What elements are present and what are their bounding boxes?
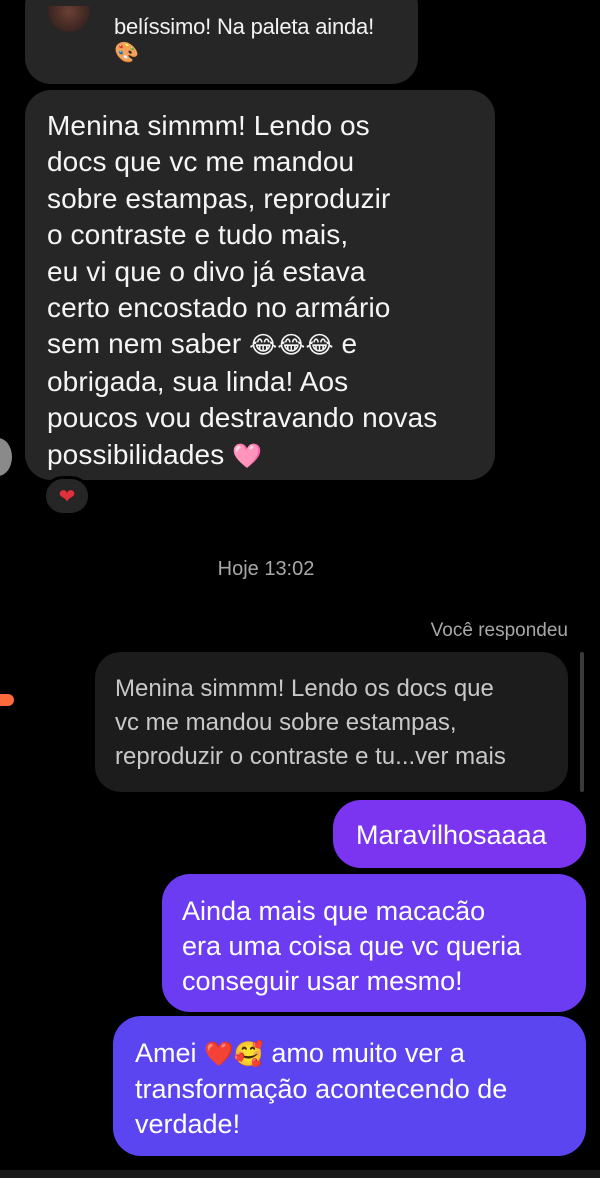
reply-label: Você respondeu — [430, 620, 568, 641]
message-line: docs que vc me mandou — [47, 146, 355, 178]
message-line: possibilidades 🩷 — [47, 437, 473, 474]
message-line: sem nem saber 😂😂😂 e — [47, 326, 473, 363]
sent-message-bubble[interactable]: Ainda mais que macacão era uma coisa que… — [162, 874, 586, 1012]
unread-indicator — [0, 694, 14, 706]
message-line: Amei ❤️🥰 amo muito ver a — [135, 1036, 586, 1072]
message-line: o contraste e tudo mais, — [47, 219, 349, 251]
message-line: poucos vou destravando novas — [47, 402, 438, 434]
quoted-line: vc me mandou sobre estampas, — [115, 709, 457, 736]
quoted-reply-bubble[interactable]: Menina simmm! Lendo os docs que vc me ma… — [95, 652, 568, 792]
palette-emoji: 🎨 — [114, 40, 139, 64]
message-line: era uma coisa que vc queria — [182, 931, 522, 961]
received-message-bubble[interactable]: Menina simmm! Lendo os docs que vc me ma… — [25, 90, 495, 480]
laughing-emoji: 😂😂😂 — [249, 331, 334, 360]
message-text: belíssimo! Na paleta ainda! — [114, 14, 374, 39]
timestamp: Hoje 13:02 — [217, 558, 315, 580]
quoted-line: reproduzir o contraste e tu...ver mais — [115, 743, 506, 770]
pink-heart-emoji: 🩷 — [232, 441, 263, 470]
message-line: certo encostado no armário — [47, 292, 391, 324]
message-text: e — [341, 328, 358, 360]
message-text: amo muito ver a — [271, 1038, 465, 1068]
message-line: sobre estampas, reproduzir — [47, 182, 391, 214]
message-text: Amei — [135, 1038, 197, 1068]
message-line: conseguir usar mesmo! — [182, 966, 463, 996]
heart-icon: ❤ — [58, 484, 76, 508]
heart-smile-emoji: ❤️🥰 — [204, 1040, 264, 1068]
sent-message-bubble[interactable]: Maravilhosaaaa — [333, 800, 586, 868]
quoted-line: Menina simmm! Lendo os docs que — [115, 675, 494, 702]
message-line: Ainda mais que macacão — [182, 896, 486, 926]
message-text: sem nem saber — [47, 328, 242, 360]
message-text: Maravilhosaaaa — [356, 820, 547, 850]
quote-indicator-bar — [580, 652, 584, 792]
message-line: Menina simmm! Lendo os — [47, 110, 370, 141]
chat-screen: belíssimo! Na paleta ainda! 🎨 Menina sim… — [0, 0, 600, 1178]
message-line: verdade! — [135, 1109, 241, 1139]
message-line: obrigada, sua linda! Aos — [47, 365, 349, 397]
sent-message-bubble[interactable]: Amei ❤️🥰 amo muito ver a transformação a… — [113, 1016, 586, 1156]
sender-avatar[interactable] — [0, 438, 12, 476]
message-line: eu vi que o divo já estava — [47, 255, 366, 287]
composer-bar-edge — [0, 1170, 600, 1178]
message-text: possibilidades — [47, 438, 225, 470]
message-line: transformação acontecendo de — [135, 1074, 508, 1104]
heart-reaction-icon[interactable]: ❤ — [43, 476, 91, 516]
